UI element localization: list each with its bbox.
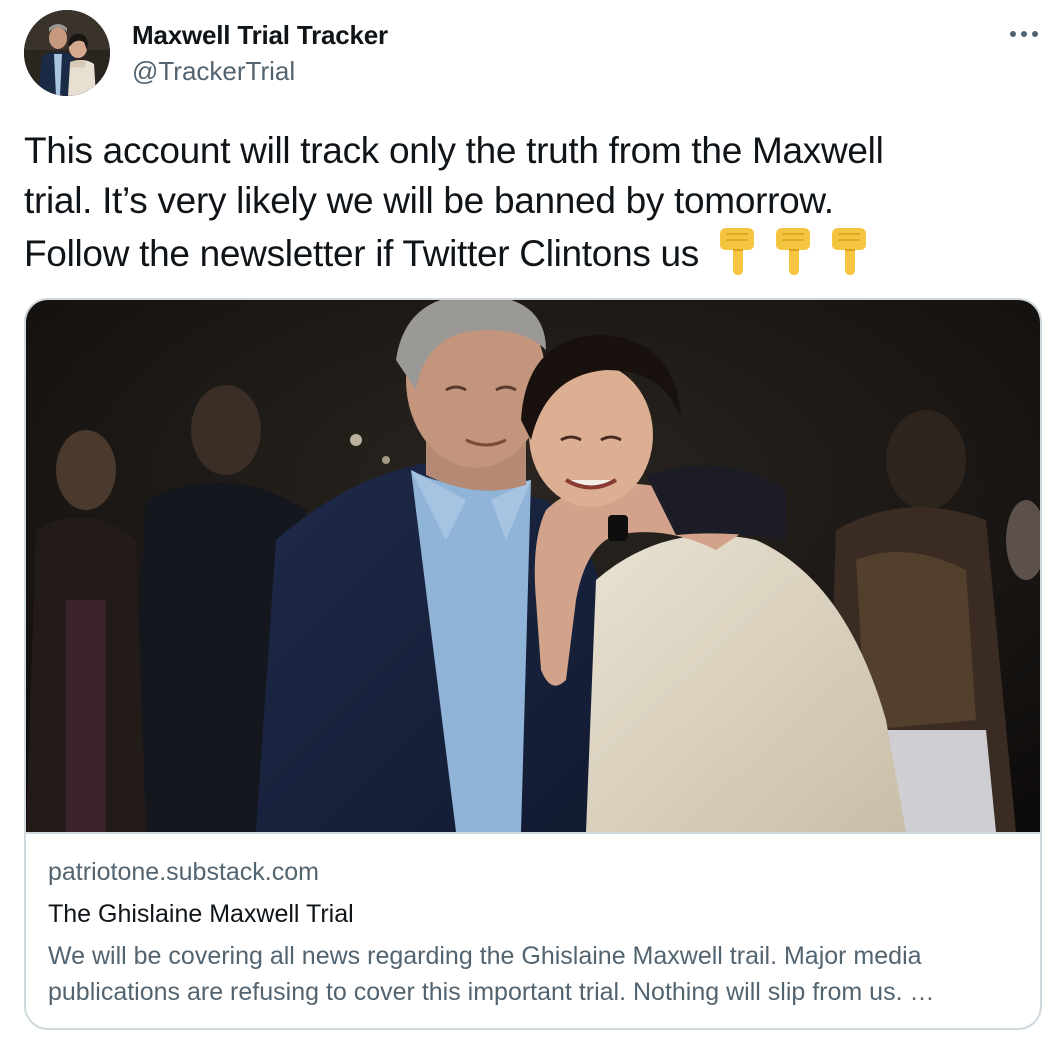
link-preview-card[interactable]: patriotone.substack.com The Ghislaine Ma… [24,298,1042,1030]
tweet: Maxwell Trial Tracker @TrackerTrial This… [0,0,1060,1048]
pointing-down-emoji [720,228,755,275]
tweet-text-line: Follow the newsletter if Twitter Clinton… [24,226,1034,279]
user-handle[interactable]: @TrackerTrial [132,56,295,87]
card-image[interactable] [26,300,1040,832]
tweet-text-line: This account will track only the truth f… [24,130,884,171]
tweet-text-line: trial. It’s very likely we will be banne… [24,180,834,221]
card-description-line: publications are refusing to cover this … [48,978,935,1006]
card-description-line: We will be covering all news regarding t… [48,942,922,970]
avatar-photo [24,10,110,96]
article-photo [26,300,1040,832]
more-horizontal-icon [1010,31,1038,37]
avatar[interactable] [24,10,110,96]
pointing-down-emoji [832,228,867,275]
emoji-group [717,226,869,276]
pointing-down-emoji [776,228,811,275]
tweet-text: This account will track only the truth f… [24,126,1034,279]
tweet-text-line-content: Follow the newsletter if Twitter Clinton… [24,233,700,274]
card-title: The Ghislaine Maxwell Trial [48,900,354,928]
more-options-button[interactable] [1006,18,1042,50]
card-domain: patriotone.substack.com [48,858,319,886]
display-name[interactable]: Maxwell Trial Tracker [132,20,388,51]
card-divider [26,832,1040,834]
card-description: We will be covering all news regarding t… [48,938,1023,1010]
